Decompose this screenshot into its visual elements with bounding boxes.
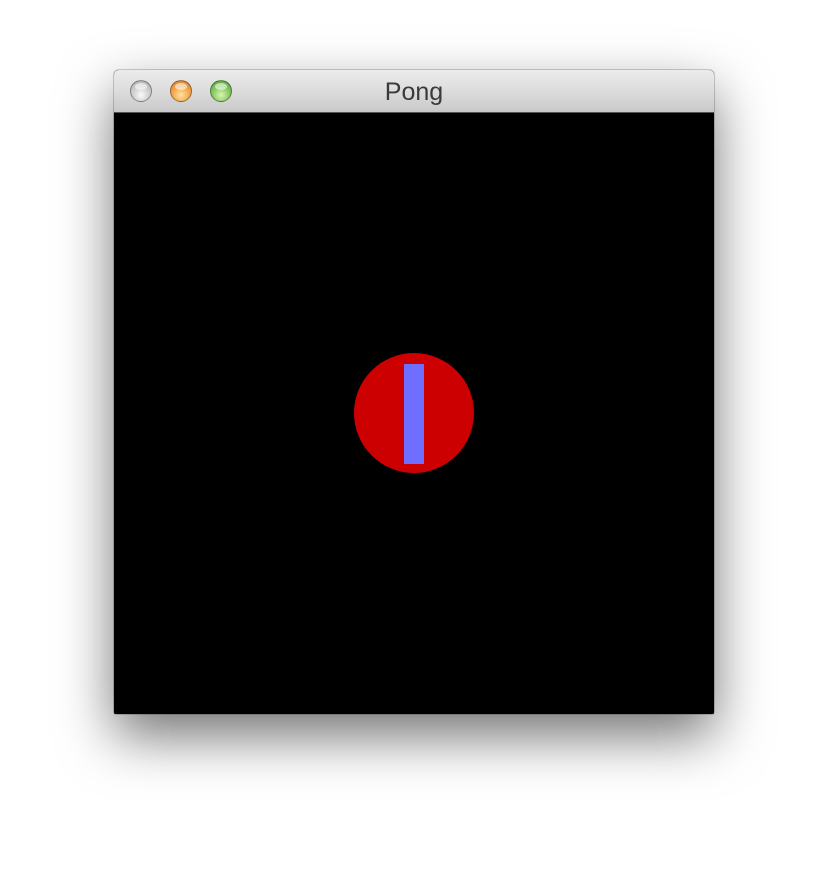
- window-title: Pong: [384, 78, 444, 106]
- zoom-icon[interactable]: [210, 80, 232, 102]
- minimize-icon[interactable]: [170, 80, 192, 102]
- app-window: Pong: [114, 70, 714, 714]
- close-icon[interactable]: [130, 80, 152, 102]
- game-canvas[interactable]: [114, 113, 714, 714]
- paddle: [404, 364, 424, 464]
- title-bar[interactable]: Pong: [114, 70, 714, 113]
